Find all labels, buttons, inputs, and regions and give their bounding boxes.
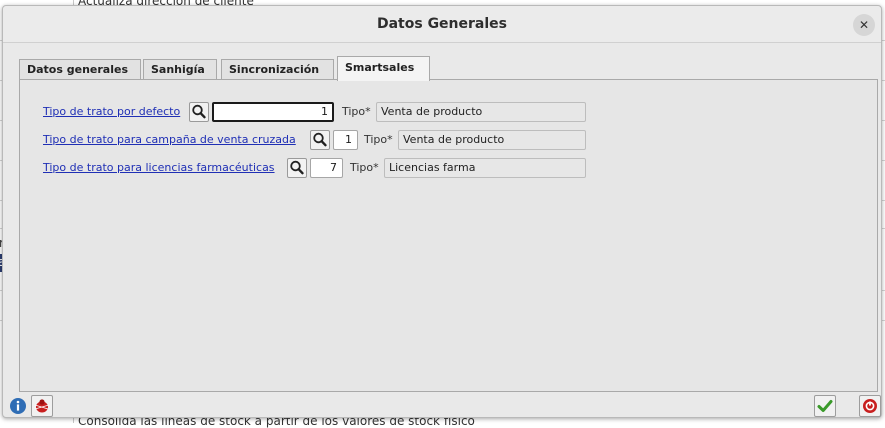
- tipo-trato-campana-input[interactable]: 1: [333, 130, 358, 150]
- tab-label: Sincronización: [229, 63, 320, 76]
- tipo-trato-campana-lookup-button[interactable]: [310, 130, 330, 150]
- tab-sanhigia[interactable]: Sanhigía: [143, 59, 217, 80]
- tab-label: Sanhigía: [151, 63, 205, 76]
- info-icon: [10, 398, 26, 414]
- tipo-trato-defecto-input[interactable]: 1: [212, 102, 334, 122]
- tipo-trato-licencias-lookup-button[interactable]: [287, 158, 307, 178]
- search-icon: [192, 104, 206, 119]
- dialog-title: Datos Generales: [376, 16, 507, 32]
- field-row-tipo-trato-licencias: Tipo de trato para licencias farmacéutic…: [20, 158, 620, 178]
- datos-generales-dialog: Datos Generales ✕ Datos generales Sanhig…: [2, 5, 882, 418]
- accept-button[interactable]: [814, 395, 836, 417]
- close-icon: ✕: [858, 18, 870, 32]
- tab-label: Smartsales: [345, 61, 415, 74]
- tab-smartsales[interactable]: Smartsales: [337, 56, 430, 81]
- tipo-trato-licencias-input[interactable]: 7: [310, 158, 343, 178]
- tipo-trato-defecto-tipo-field: Venta de producto: [376, 102, 586, 122]
- tipo-trato-licencias-link[interactable]: Tipo de trato para licencias farmacéutic…: [43, 161, 275, 174]
- search-icon: [290, 160, 304, 175]
- tab-sincronizacion[interactable]: Sincronización: [221, 59, 334, 80]
- tipo-label: Tipo*: [342, 105, 371, 118]
- accept-check-icon: [817, 400, 833, 412]
- info-button[interactable]: [9, 397, 31, 419]
- search-icon: [313, 132, 327, 147]
- tipo-label: Tipo*: [364, 133, 393, 146]
- dialog-titlebar: Datos Generales ✕: [3, 6, 881, 43]
- tipo-label: Tipo*: [350, 161, 379, 174]
- field-row-tipo-trato-defecto: Tipo de trato por defecto 1 Tipo* Venta …: [20, 102, 620, 122]
- tipo-trato-campana-link[interactable]: Tipo de trato para campaña de venta cruz…: [43, 133, 296, 146]
- close-button[interactable]: ✕: [853, 14, 875, 36]
- tipo-trato-defecto-lookup-button[interactable]: [189, 102, 209, 122]
- field-row-tipo-trato-campana: Tipo de trato para campaña de venta cruz…: [20, 130, 620, 150]
- cancel-button[interactable]: [859, 395, 881, 417]
- cancel-stop-icon: [863, 399, 877, 413]
- tab-label: Datos generales: [27, 63, 128, 76]
- tab-datos-generales[interactable]: Datos generales: [19, 59, 141, 80]
- tipo-trato-licencias-tipo-field: Licencias farma: [384, 158, 586, 178]
- tipo-trato-defecto-link[interactable]: Tipo de trato por defecto: [43, 105, 180, 118]
- tipo-trato-campana-tipo-field: Venta de producto: [398, 130, 586, 150]
- debug-bug-icon: [34, 399, 50, 413]
- debug-button[interactable]: [31, 395, 53, 417]
- smartsales-panel: Tipo de trato por defecto 1 Tipo* Venta …: [19, 79, 878, 392]
